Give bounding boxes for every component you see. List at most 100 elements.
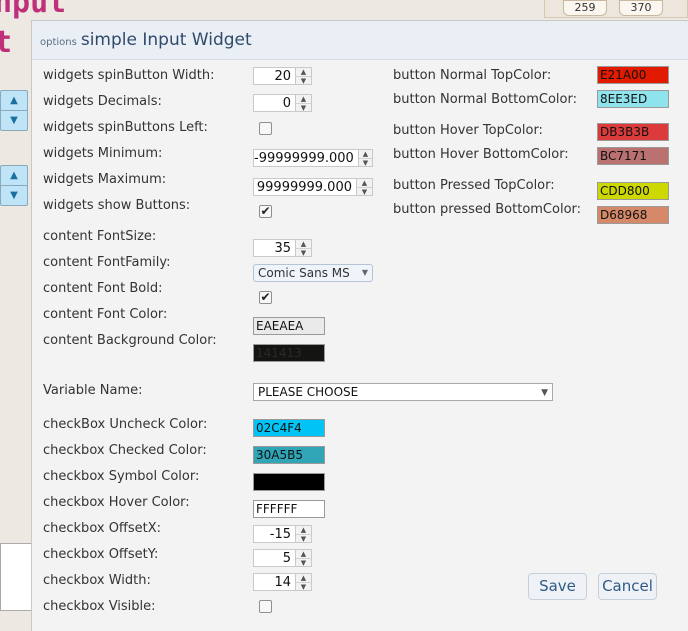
variable-name-label: Variable Name: [43,383,143,398]
spinbutton-width-value[interactable]: 20 [254,68,295,84]
chevron-up-icon[interactable]: ▲ [296,526,311,534]
chevron-down-icon[interactable]: ▼ [296,534,311,543]
font-size-label: content FontSize: [43,229,157,244]
hover-bottom-color-label: button Hover BottomColor: [393,147,569,162]
dialog-title: simple Input Widget [80,30,252,50]
maximum-value[interactable]: 99999999.000 [254,179,356,195]
spinbuttons-left-label: widgets spinButtons Left: [43,120,208,135]
font-color-label: content Font Color: [43,307,168,322]
chevron-down-icon[interactable]: ▼ [296,103,311,112]
background-color-label: content Background Color: [43,333,217,348]
chevron-up-icon[interactable]: ▲ [359,150,372,158]
decimals-stepper[interactable]: 0 ▲ ▼ [253,94,312,112]
spinbutton-width-stepper[interactable]: 20 ▲ ▼ [253,67,312,85]
symbol-color-swatch[interactable] [253,473,325,491]
chevron-down-icon[interactable]: ▼ [296,76,311,85]
checkbox-width-stepper[interactable]: 14 ▲ ▼ [253,573,312,591]
chevron-up-icon[interactable]: ▲ [296,574,311,582]
dialog-titlebar[interactable]: options simple Input Widget [32,21,688,60]
minimum-label: widgets Minimum: [43,146,163,161]
chevron-up-icon[interactable]: ▲ [296,550,311,558]
hover-top-color-label: button Hover TopColor: [393,123,543,138]
chevron-down-icon: ▼ [541,388,548,398]
checked-color-swatch[interactable]: 30A5B5 [253,446,325,464]
variable-name-value: PLEASE CHOOSE [258,385,359,399]
background-title: nput [0,0,67,20]
maximum-stepper[interactable]: 99999999.000 ▲ ▼ [253,178,373,196]
uncheck-color-label: checkBox Uncheck Color: [43,417,208,432]
dialog-title-prefix: options [40,36,77,48]
hover-color-label: checkbox Hover Color: [43,495,190,510]
background-panel [0,543,33,611]
normal-bottom-color-label: button Normal BottomColor: [393,92,577,107]
checkbox-visible-label: checkbox Visible: [43,599,156,614]
decimals-label: widgets Decimals: [43,94,162,109]
chevron-down-icon[interactable]: ▼ [296,558,311,567]
normal-bottom-color-swatch[interactable]: 8EE3ED [597,90,669,108]
offset-x-value[interactable]: -15 [254,526,295,542]
uncheck-color-swatch[interactable]: 02C4F4 [253,419,325,437]
offset-y-label: checkbox OffsetY: [43,547,159,562]
symbol-color-label: checkbox Symbol Color: [43,469,200,484]
font-family-value: Comic Sans MS [258,266,350,280]
font-bold-checkbox[interactable]: ✔ [259,291,272,304]
background-spinner: ▲ ▼ [0,90,28,131]
pressed-top-color-swatch[interactable]: CDD800 [597,182,669,200]
background-color-swatch[interactable]: 141413 [253,344,325,362]
pressed-bottom-color-swatch[interactable]: D68968 [597,206,669,224]
font-size-stepper[interactable]: 35 ▲ ▼ [253,239,312,257]
chevron-up-icon[interactable]: ▲ [296,240,311,248]
pressed-top-color-label: button Pressed TopColor: [393,178,555,193]
offset-x-stepper[interactable]: -15 ▲ ▼ [253,525,312,543]
background-tabs: 259 370 [544,0,688,18]
chevron-down-icon[interactable]: ▼ [358,158,372,167]
variable-name-select[interactable]: PLEASE CHOOSE ▼ [253,383,553,401]
offset-y-value[interactable]: 5 [254,550,295,566]
chevron-up-icon[interactable]: ▲ [357,179,372,187]
normal-top-color-swatch[interactable]: E21A00 [597,66,669,84]
checkbox-width-label: checkbox Width: [43,573,151,588]
checkbox-width-value[interactable]: 14 [254,574,295,590]
minimum-value[interactable]: -99999999.000 [254,150,358,166]
chevron-up-icon: ▲ [10,170,18,181]
chevron-up-icon: ▲ [10,95,18,106]
background-tab[interactable]: 259 [563,0,607,16]
chevron-down-icon[interactable]: ▼ [296,248,311,257]
normal-top-color-label: button Normal TopColor: [393,68,552,83]
checkmark-icon: ✔ [260,290,271,304]
font-bold-label: content Font Bold: [43,281,163,296]
options-dialog: options simple Input Widget widgets spin… [31,20,688,631]
show-buttons-label: widgets show Buttons: [43,198,191,213]
font-family-label: content FontFamily: [43,255,171,270]
font-size-value[interactable]: 35 [254,240,295,256]
chevron-down-icon: ▼ [1,110,27,130]
show-buttons-checkbox[interactable]: ✔ [259,205,272,218]
chevron-down-icon: ▼ [361,268,368,277]
offset-x-label: checkbox OffsetX: [43,521,162,536]
font-color-swatch[interactable]: EAEAEA [253,317,325,335]
chevron-up-icon[interactable]: ▲ [296,95,311,103]
maximum-label: widgets Maximum: [43,172,167,187]
spinbutton-width-label: widgets spinButton Width: [43,68,215,83]
checkbox-visible-checkbox[interactable] [259,600,272,613]
cancel-button[interactable]: Cancel [598,573,657,600]
hover-bottom-color-swatch[interactable]: BC7171 [597,147,669,165]
minimum-stepper[interactable]: -99999999.000 ▲ ▼ [253,149,373,167]
hover-top-color-swatch[interactable]: DB3B3B [597,123,669,141]
offset-y-stepper[interactable]: 5 ▲ ▼ [253,549,312,567]
background-tab[interactable]: 370 [619,0,663,16]
checkmark-icon: ✔ [260,204,271,218]
hover-color-swatch[interactable]: FFFFFF [253,500,325,518]
chevron-down-icon[interactable]: ▼ [296,582,311,591]
font-family-select[interactable]: Comic Sans MS ▼ [253,264,373,282]
pressed-bottom-color-label: button pressed BottomColor: [393,202,582,217]
checked-color-label: checkbox Checked Color: [43,443,207,458]
spinbuttons-left-checkbox[interactable] [259,122,272,135]
background-title-cont: t [0,25,13,60]
chevron-down-icon[interactable]: ▼ [357,187,372,196]
background-spinner: ▲ ▼ [0,165,28,206]
chevron-down-icon: ▼ [1,185,27,205]
chevron-up-icon[interactable]: ▲ [296,68,311,76]
save-button[interactable]: Save [528,573,587,600]
decimals-value[interactable]: 0 [254,95,295,111]
